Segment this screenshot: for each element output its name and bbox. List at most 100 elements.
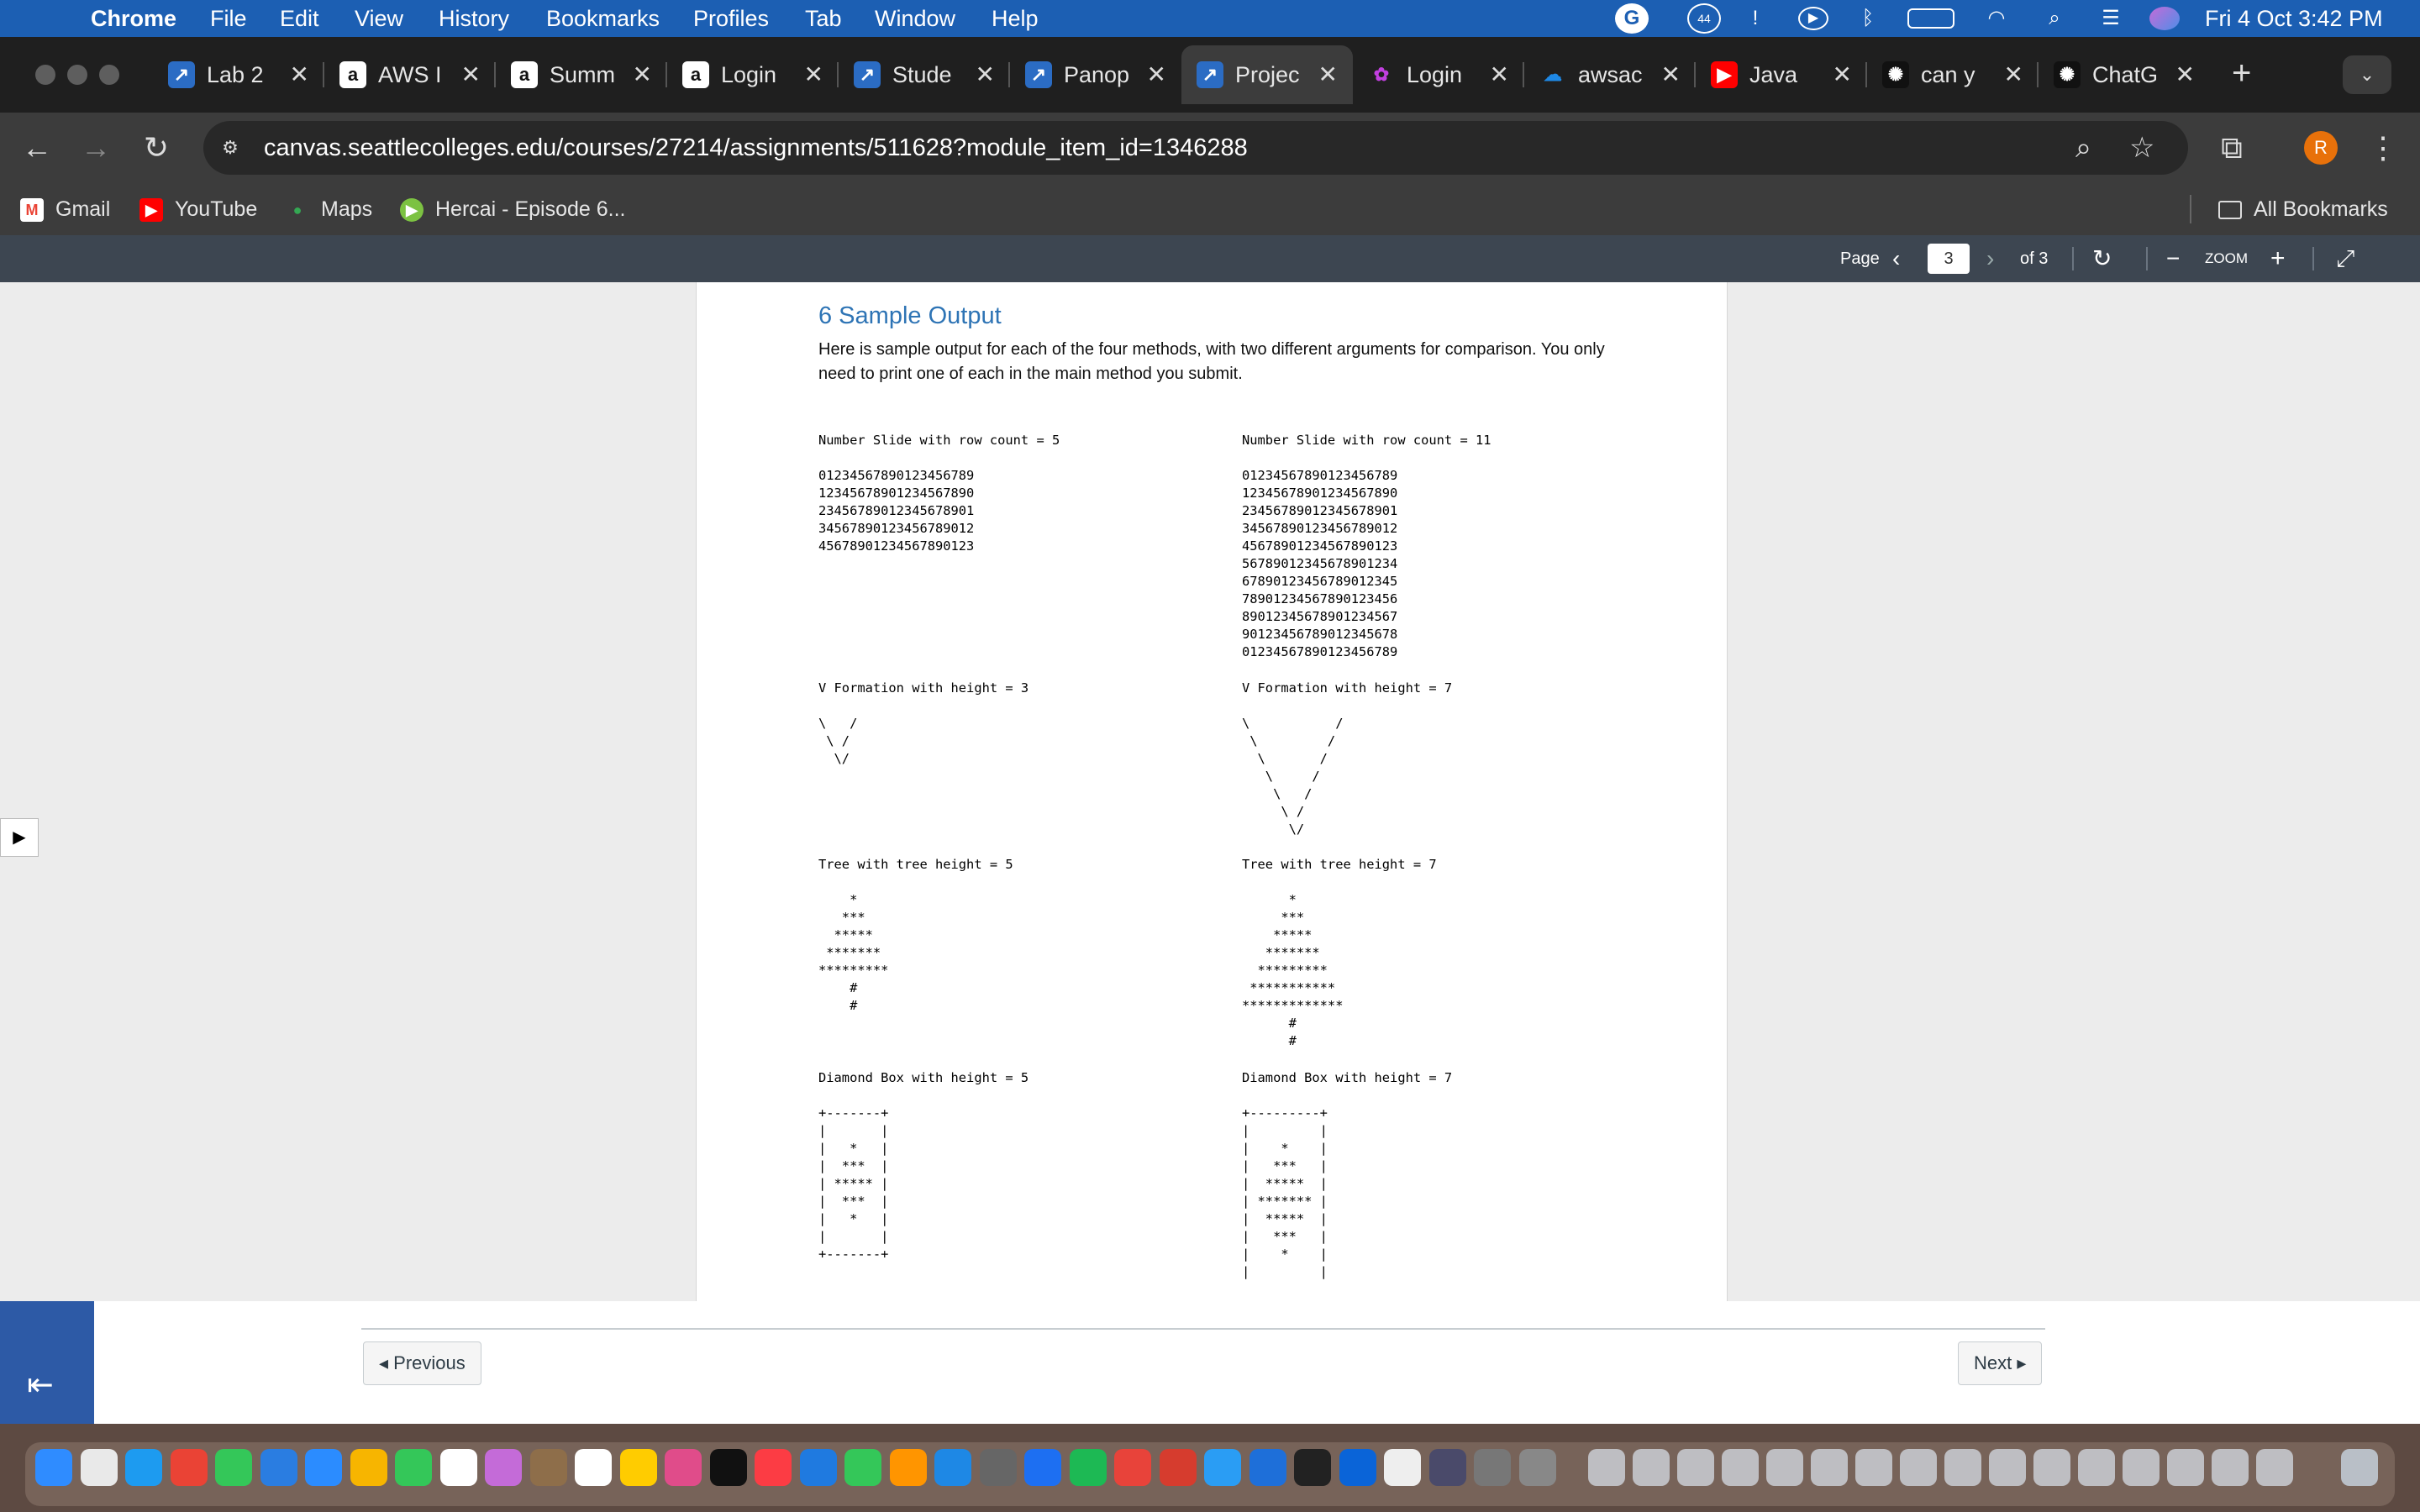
- siri-icon[interactable]: [2149, 7, 2180, 30]
- dock-window-thumbnail[interactable]: [1900, 1449, 1937, 1486]
- menu-window[interactable]: Window: [875, 0, 955, 37]
- close-tab-icon[interactable]: ✕: [461, 50, 481, 99]
- dock-app-icon[interactable]: [799, 1449, 837, 1486]
- close-tab-icon[interactable]: ✕: [1833, 50, 1852, 99]
- window-close-button[interactable]: [35, 65, 55, 85]
- window-minimize-button[interactable]: [67, 65, 87, 85]
- zoom-icon[interactable]: ⌕: [2075, 129, 2091, 166]
- dock-app-icon[interactable]: [709, 1449, 747, 1486]
- dock-app-icon[interactable]: [395, 1449, 432, 1486]
- previous-page-button[interactable]: ‹: [1892, 235, 1900, 282]
- forward-button[interactable]: →: [72, 124, 119, 171]
- dock-window-thumbnail[interactable]: [1722, 1449, 1759, 1486]
- dock-window-thumbnail[interactable]: [1588, 1449, 1625, 1486]
- dock-app-icon[interactable]: [1159, 1449, 1197, 1486]
- notification-count-badge[interactable]: 44: [1687, 3, 1721, 34]
- pdf-viewer[interactable]: 6 Sample Output Here is sample output fo…: [0, 282, 2420, 1301]
- dock-window-thumbnail[interactable]: [1677, 1449, 1714, 1486]
- dock-app-icon[interactable]: [1518, 1449, 1556, 1486]
- zoom-in-button[interactable]: +: [2270, 235, 2286, 282]
- dock-window-thumbnail[interactable]: [2123, 1449, 2160, 1486]
- battery-icon[interactable]: [1907, 8, 1954, 29]
- page-number-input[interactable]: 3: [1928, 244, 1970, 274]
- control-center-icon[interactable]: ☰: [2094, 7, 2128, 30]
- bookmark-hercai[interactable]: ▶ Hercai - Episode 6...: [400, 183, 626, 235]
- tab-search-button[interactable]: ⌄: [2343, 55, 2391, 94]
- site-info-icon[interactable]: ⚙: [215, 133, 245, 163]
- dock-window-thumbnail[interactable]: [1811, 1449, 1848, 1486]
- window-zoom-button[interactable]: [99, 65, 119, 85]
- fullscreen-icon[interactable]: ⤢: [2336, 235, 2354, 282]
- tab-7[interactable]: ↗ Projec ✕: [1181, 45, 1353, 104]
- menu-clock[interactable]: Fri 4 Oct 3:42 PM: [2205, 0, 2383, 37]
- zoom-out-button[interactable]: −: [2166, 235, 2180, 282]
- menu-bookmarks[interactable]: Bookmarks: [546, 0, 660, 37]
- back-button[interactable]: ←: [13, 124, 60, 171]
- dock-app-icon[interactable]: [934, 1449, 971, 1486]
- close-tab-icon[interactable]: ✕: [976, 50, 995, 99]
- collapse-icon[interactable]: ⇤: [27, 1366, 54, 1404]
- dock-app-icon[interactable]: [1024, 1449, 1061, 1486]
- alert-icon[interactable]: !: [1739, 7, 1771, 30]
- next-button[interactable]: Next ▸: [1958, 1341, 2043, 1385]
- profile-avatar[interactable]: R: [2304, 131, 2338, 165]
- tab-10[interactable]: ▶ Java ✕: [1696, 50, 1867, 99]
- dock-app-icon[interactable]: [575, 1449, 612, 1486]
- extensions-icon[interactable]: ⧉: [2208, 124, 2255, 171]
- dock-window-thumbnail[interactable]: [2167, 1449, 2204, 1486]
- wifi-icon[interactable]: ◠: [1980, 7, 2013, 30]
- previous-button[interactable]: ◂ Previous: [363, 1341, 481, 1385]
- dock-app-icon[interactable]: [979, 1449, 1017, 1486]
- dock-app-icon[interactable]: [305, 1449, 342, 1486]
- tab-1[interactable]: ↗ Lab 2 ✕: [153, 50, 324, 99]
- menu-profiles[interactable]: Profiles: [693, 0, 769, 37]
- url-text[interactable]: canvas.seattlecolleges.edu/courses/27214…: [264, 121, 1248, 175]
- new-tab-button[interactable]: +: [2232, 52, 2251, 94]
- trash-icon[interactable]: [2341, 1449, 2378, 1486]
- play-icon[interactable]: ▶: [1798, 7, 1828, 30]
- menu-file[interactable]: File: [210, 0, 247, 37]
- dock-app-icon[interactable]: [1474, 1449, 1511, 1486]
- bookmark-maps[interactable]: ● Maps: [286, 183, 373, 235]
- bookmark-gmail[interactable]: M Gmail: [20, 183, 110, 235]
- tab-12[interactable]: ✺ ChatG ✕: [2039, 50, 2210, 99]
- dock-window-thumbnail[interactable]: [2078, 1449, 2115, 1486]
- close-tab-icon[interactable]: ✕: [804, 50, 823, 99]
- dock-app-icon[interactable]: [844, 1449, 881, 1486]
- close-tab-icon[interactable]: ✕: [633, 50, 652, 99]
- dock-app-icon[interactable]: [439, 1449, 477, 1486]
- tab-3[interactable]: a Summ ✕: [496, 50, 667, 99]
- menu-edit[interactable]: Edit: [280, 0, 319, 37]
- dock-app-icon[interactable]: [215, 1449, 252, 1486]
- grammarly-icon[interactable]: G: [1615, 3, 1649, 34]
- dock-window-thumbnail[interactable]: [1855, 1449, 1892, 1486]
- dock-app-icon[interactable]: [35, 1449, 72, 1486]
- dock-window-thumbnail[interactable]: [1989, 1449, 2026, 1486]
- dock-app-icon[interactable]: [1294, 1449, 1331, 1486]
- dock-app-icon[interactable]: [485, 1449, 522, 1486]
- dock-app-icon[interactable]: [170, 1449, 208, 1486]
- dock-app-icon[interactable]: [1428, 1449, 1466, 1486]
- menu-app-name[interactable]: Chrome: [91, 0, 176, 37]
- reload-button[interactable]: ↻: [133, 124, 180, 171]
- bluetooth-icon[interactable]: ᛒ: [1854, 7, 1882, 30]
- dock-app-icon[interactable]: [1384, 1449, 1421, 1486]
- dock-window-thumbnail[interactable]: [1766, 1449, 1803, 1486]
- tab-4[interactable]: a Login ✕: [667, 50, 839, 99]
- all-bookmarks-button[interactable]: All Bookmarks: [2218, 183, 2388, 235]
- dock-window-thumbnail[interactable]: [2212, 1449, 2249, 1486]
- dock-app-icon[interactable]: [755, 1449, 792, 1486]
- sidebar-toggle-button[interactable]: ▶: [0, 818, 39, 857]
- dock-window-thumbnail[interactable]: [2033, 1449, 2070, 1486]
- search-icon[interactable]: ⌕: [2040, 7, 2069, 30]
- bookmark-youtube[interactable]: ▶ YouTube: [139, 183, 257, 235]
- dock-app-icon[interactable]: [619, 1449, 657, 1486]
- close-tab-icon[interactable]: ✕: [1147, 50, 1166, 99]
- dock-window-thumbnail[interactable]: [1633, 1449, 1670, 1486]
- dock-app-icon[interactable]: [80, 1449, 118, 1486]
- close-tab-icon[interactable]: ✕: [2175, 50, 2195, 99]
- dock-app-icon[interactable]: [1249, 1449, 1286, 1486]
- dock-app-icon[interactable]: [350, 1449, 387, 1486]
- address-bar[interactable]: ⚙ canvas.seattlecolleges.edu/courses/272…: [203, 121, 2188, 175]
- menu-tab[interactable]: Tab: [805, 0, 842, 37]
